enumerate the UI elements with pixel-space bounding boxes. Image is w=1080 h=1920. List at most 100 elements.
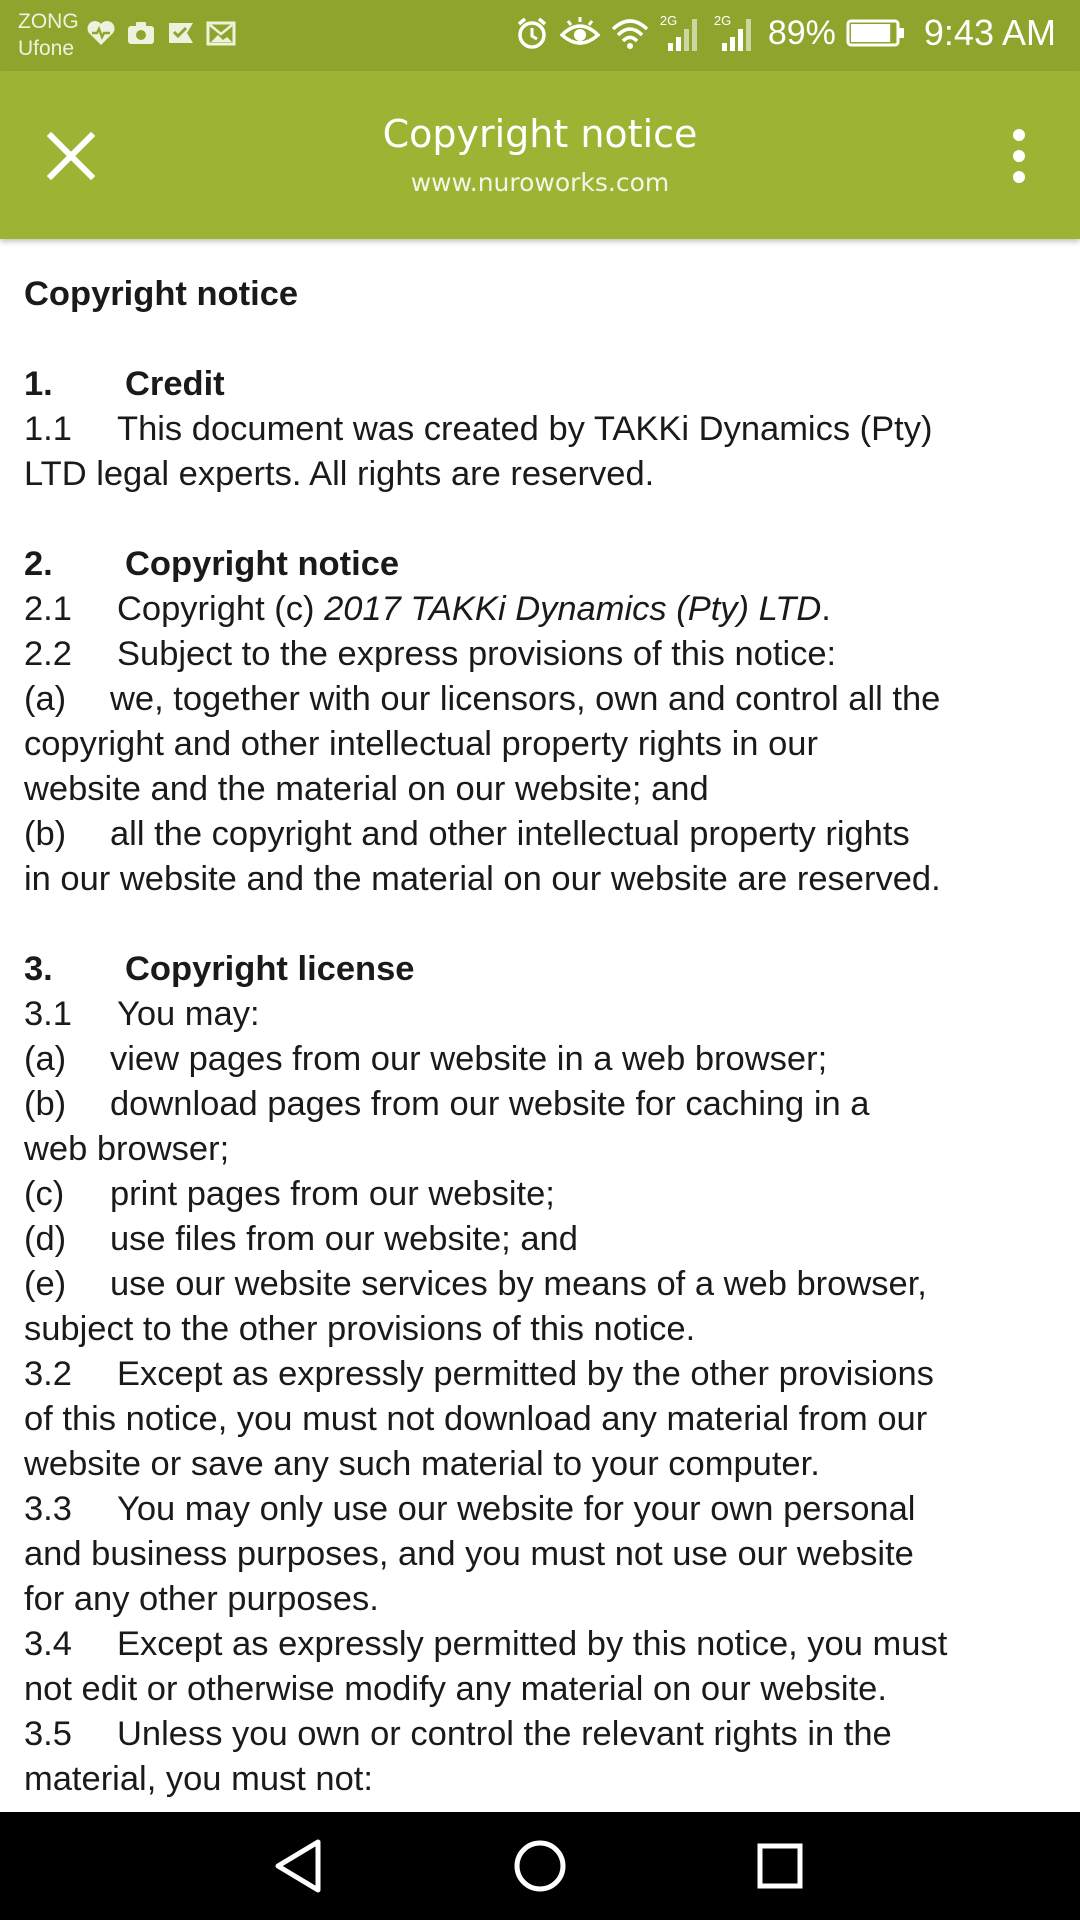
clause-text: Except as expressly permitted by this no… <box>117 1625 948 1663</box>
status-bar: ZONG Ufone 2G 2G 89% 9:43 AM <box>0 0 1080 71</box>
section-number: 3. <box>24 950 53 988</box>
paragraph-line: (b) download pages from our website for c… <box>24 1082 1064 1127</box>
clause-number: 2.1 <box>24 590 72 628</box>
battery-icon <box>846 18 906 48</box>
item-text: print pages from our website; <box>110 1175 555 1213</box>
recents-square-icon <box>757 1843 803 1889</box>
paragraph-line: and business purposes, and you must not … <box>24 1535 914 1573</box>
section-3-heading: 3. Copyright license <box>24 947 1064 992</box>
item-letter: (b) <box>24 815 67 853</box>
title-block: Copyright notice www.nuroworks.com <box>200 109 880 203</box>
navigation-bar <box>0 1812 1080 1920</box>
clause-number: 3.5 <box>24 1715 72 1753</box>
clock: 9:43 AM <box>923 12 1056 53</box>
section-1-heading: 1. Credit <box>24 362 1064 407</box>
paragraph-line: 3.2 Except as expressly permitted by the … <box>24 1352 1064 1397</box>
clause-number: 3.1 <box>24 995 72 1033</box>
paragraph-line: in our website and the material on our w… <box>24 860 941 898</box>
camera-icon <box>126 18 156 48</box>
wifi-icon <box>610 15 650 51</box>
paragraph-line: of this notice, you must not download an… <box>24 1400 928 1438</box>
close-button[interactable] <box>38 123 104 189</box>
network-label-1: 2G <box>659 13 678 28</box>
document-content[interactable]: Copyright notice 1. Credit 1.1 This docume… <box>24 272 1064 1808</box>
document-title: Copyright notice <box>24 275 299 313</box>
mail-image-icon <box>206 18 236 48</box>
paragraph-line: (d) use files from our website; and <box>24 1217 1064 1262</box>
clause-number: 3.3 <box>24 1490 72 1528</box>
carrier-1: ZONG <box>18 10 79 33</box>
paragraph-line: copyright and other intellectual propert… <box>24 725 818 763</box>
alarm-icon <box>514 15 550 51</box>
section-number: 2. <box>24 545 53 583</box>
clause-text: You may: <box>117 995 260 1033</box>
paragraph-line: material, you must not: <box>24 1760 373 1798</box>
paragraph-line: 3.3 You may only use our website for your… <box>24 1487 1064 1532</box>
paragraph-line: LTD legal experts. All rights are reserv… <box>24 455 655 493</box>
clause-number: 2.2 <box>24 635 72 673</box>
network-label-2: 2G <box>713 13 732 28</box>
clause-number: 3.2 <box>24 1355 72 1393</box>
clause-text: This document was created by TAKKi Dynam… <box>117 410 933 448</box>
paragraph-line: 1.1 This document was created by TAKKi Dy… <box>24 407 1064 452</box>
clause-number: 1.1 <box>24 410 72 448</box>
carrier-names: ZONG Ufone <box>18 8 79 62</box>
item-letter: (b) <box>24 1085 67 1123</box>
section-number: 1. <box>24 365 53 403</box>
notification-icons <box>86 18 236 48</box>
home-circle-icon <box>514 1840 566 1892</box>
paragraph-line: for any other purposes. <box>24 1580 379 1618</box>
back-button[interactable] <box>268 1834 332 1898</box>
item-text: view pages from our website in a web bro… <box>110 1040 828 1078</box>
paragraph-line: subject to the other provisions of this … <box>24 1310 696 1348</box>
item-text: use files from our website; and <box>110 1220 578 1258</box>
clause-text: Subject to the express provisions of thi… <box>117 635 837 673</box>
close-icon <box>46 131 96 181</box>
paragraph-line: (a) view pages from our website in a web … <box>24 1037 1064 1082</box>
copyright-holder: 2017 TAKKi Dynamics (Pty) LTD <box>324 590 822 628</box>
clause-text: Unless you own or control the relevant r… <box>117 1715 892 1753</box>
paragraph-line: 2.1 Copyright (c) 2017 TAKKi Dynamics (Pt… <box>24 587 1064 632</box>
app-bar: Copyright notice www.nuroworks.com <box>0 71 1080 239</box>
back-triangle-icon <box>275 1839 321 1893</box>
paragraph-line: web browser; <box>24 1130 230 1168</box>
more-vert-icon <box>1013 129 1025 183</box>
carrier-2: Ufone <box>18 37 75 60</box>
recents-button[interactable] <box>748 1834 812 1898</box>
clause-text: You may only use our website for your ow… <box>117 1490 916 1528</box>
paragraph-line: (e) use our website services by means of … <box>24 1262 1064 1307</box>
overflow-menu-button[interactable] <box>986 123 1052 189</box>
home-button[interactable] <box>508 1834 572 1898</box>
item-text: we, together with our licensors, own and… <box>110 680 941 718</box>
paragraph-line: (c) print pages from our website; <box>24 1172 1064 1217</box>
section-2-heading: 2. Copyright notice <box>24 542 1064 587</box>
item-letter: (c) <box>24 1175 65 1213</box>
paragraph-line: not edit or otherwise modify any materia… <box>24 1670 887 1708</box>
paragraph-line: (b) all the copyright and other intellect… <box>24 812 1064 857</box>
item-letter: (d) <box>24 1220 67 1258</box>
paragraph-line: website and the material on our website;… <box>24 770 709 808</box>
paragraph-line: website or save any such material to you… <box>24 1445 820 1483</box>
item-text: all the copyright and other intellectual… <box>110 815 910 853</box>
item-letter: (e) <box>24 1265 67 1303</box>
page-title: Copyright notice <box>382 112 698 156</box>
check-flag-icon <box>166 18 196 48</box>
item-letter: (a) <box>24 1040 67 1078</box>
clause-text: Copyright (c) <box>117 590 325 628</box>
item-text: use our website services by means of a w… <box>110 1265 927 1303</box>
clause-text: Except as expressly permitted by the oth… <box>117 1355 934 1393</box>
paragraph-line: 3.4 Except as expressly permitted by this… <box>24 1622 1064 1667</box>
paragraph-line: 3.1 You may: <box>24 992 1064 1037</box>
section-heading: Copyright notice <box>125 545 400 583</box>
paragraph-line: 2.2 Subject to the express provisions of … <box>24 632 1064 677</box>
clause-number: 3.4 <box>24 1625 72 1663</box>
system-status: 2G 2G 89% 9:43 AM <box>514 12 1056 54</box>
paragraph-line: 3.5 Unless you own or control the relevan… <box>24 1712 1064 1757</box>
health-icon <box>86 18 116 48</box>
item-text: download pages from our website for cach… <box>110 1085 870 1123</box>
eye-icon <box>559 15 600 51</box>
clause-text-end: . <box>821 590 831 628</box>
